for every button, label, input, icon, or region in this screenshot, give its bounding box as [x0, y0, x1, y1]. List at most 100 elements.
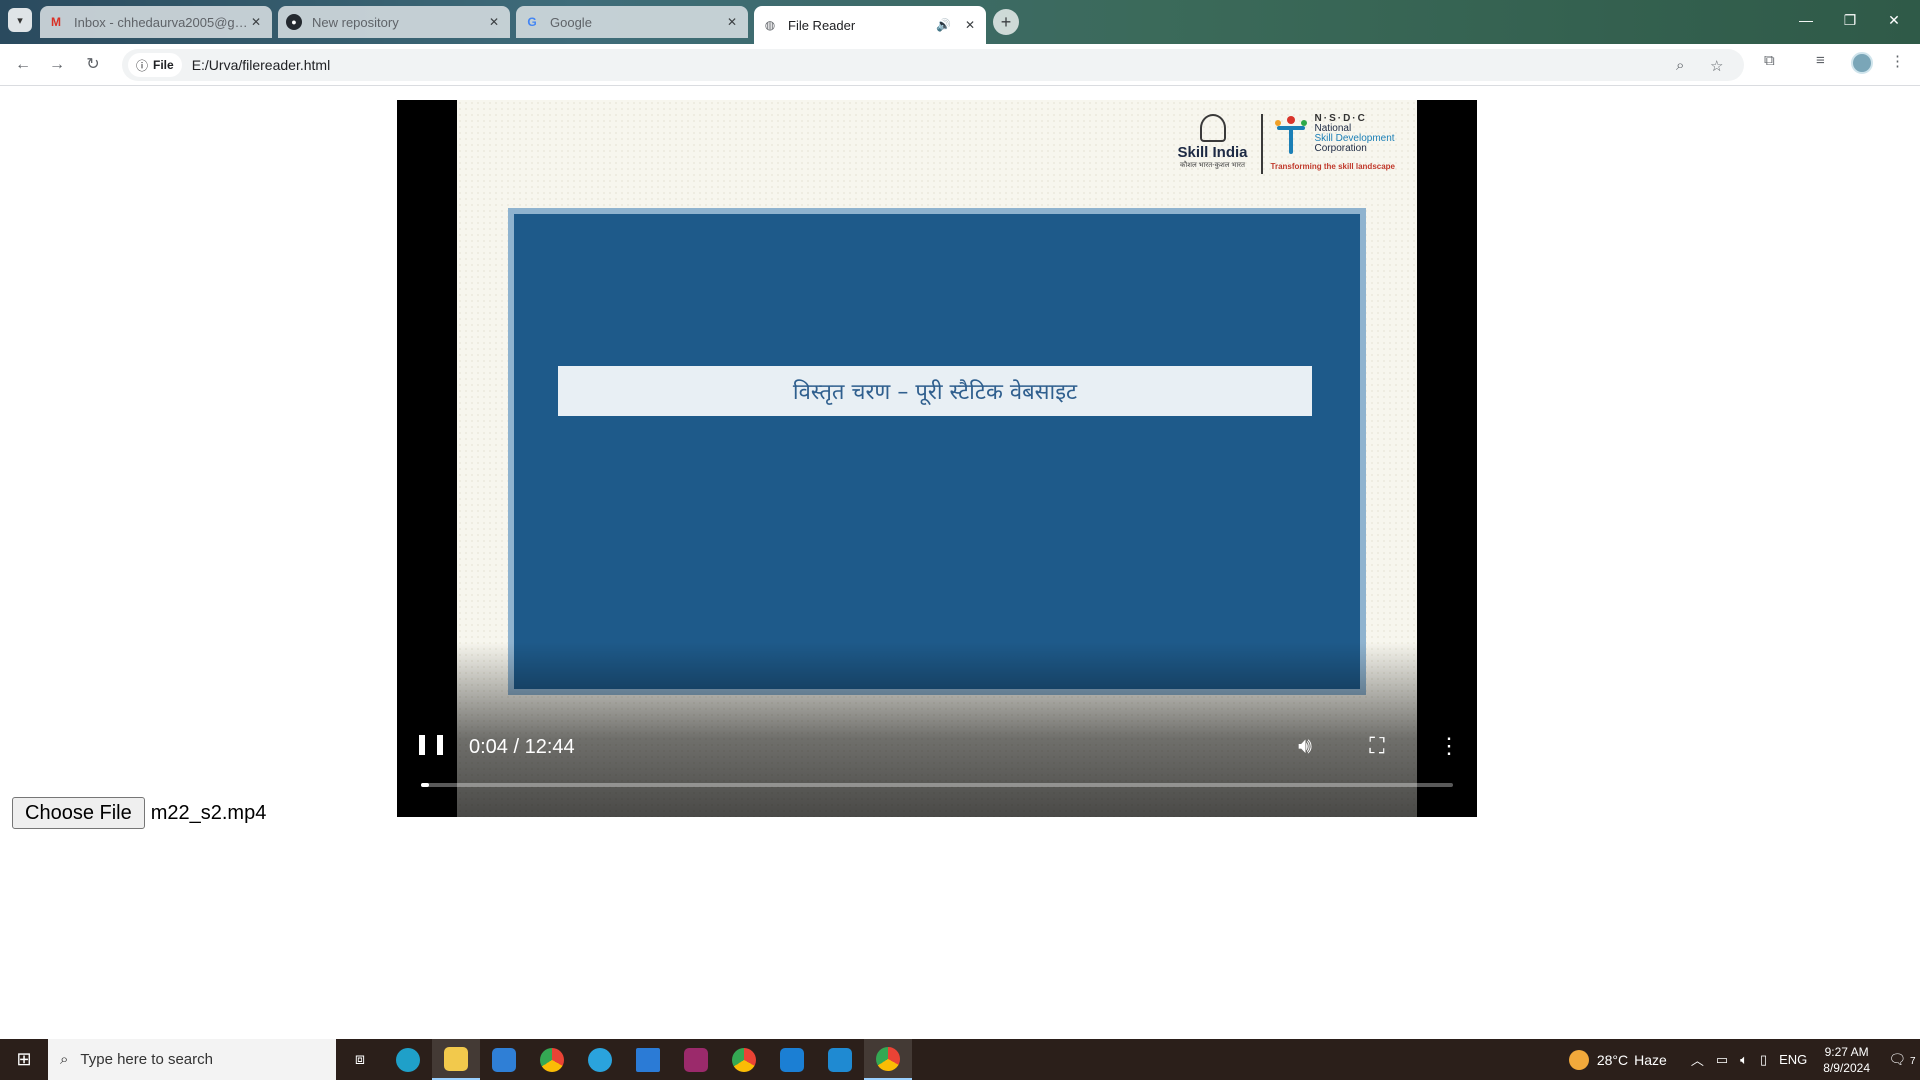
battery-icon[interactable]: ▯	[1760, 1052, 1767, 1068]
nsdc-line3: Corporation	[1314, 143, 1367, 154]
winrar-icon	[684, 1047, 708, 1072]
new-tab-button[interactable]: +	[993, 9, 1019, 35]
video-controls: 0:04 / 12:44 🔊︎ ⛶ ⋮	[397, 642, 1477, 817]
restore-button[interactable]: ❐	[1830, 8, 1870, 32]
app-blue[interactable]	[624, 1039, 672, 1080]
site-chip-label: File	[153, 58, 174, 72]
minimize-button[interactable]: —	[1786, 8, 1826, 32]
file-input: Choose File m22_s2.mp4	[12, 797, 266, 829]
tab-file-reader[interactable]: ◍ File Reader 🔊 ✕	[754, 6, 986, 44]
globe-icon: ◍	[764, 18, 776, 32]
reload-button[interactable]: ↻	[80, 52, 106, 78]
logo-divider	[1260, 114, 1263, 174]
tab-title: Google	[550, 14, 592, 30]
nsdc-figure-icon	[1271, 114, 1313, 158]
star-icon[interactable]: ☆	[1710, 57, 1723, 75]
choose-file-button[interactable]: Choose File	[12, 797, 145, 829]
chevron-down-icon: ▾	[17, 14, 23, 27]
tab-inbox[interactable]: M Inbox - chhedaurva2005@gma ✕	[40, 6, 272, 38]
notification-center[interactable]: 🗨︎ 7	[1884, 1051, 1920, 1068]
skill-india-tag: कौशल भारत-कुशल भारत	[1180, 162, 1245, 169]
address-bar[interactable]: ⓘ File E:/Urva/filereader.html ⌕ ☆	[122, 49, 1744, 81]
vscode-icon	[828, 1047, 852, 1072]
weather-sun-icon	[1568, 1049, 1589, 1070]
close-icon[interactable]: ✕	[486, 14, 502, 30]
store-app[interactable]	[480, 1039, 528, 1080]
google-icon: G	[527, 15, 537, 29]
skill-india-emblem-icon	[1199, 114, 1226, 142]
edge-app[interactable]	[384, 1039, 432, 1080]
network-icon[interactable]: ▭	[1716, 1052, 1728, 1068]
skill-india-logo: Skill India कौशल भारत-कुशल भारत	[1173, 114, 1253, 170]
video-player[interactable]: Skill India कौशल भारत-कुशल भारत N·S·D·C …	[397, 100, 1477, 817]
mail-app[interactable]	[768, 1039, 816, 1080]
chrome-app-2[interactable]	[720, 1039, 768, 1080]
url-text[interactable]: E:/Urva/filereader.html	[192, 57, 331, 73]
tab-strip: ▾ M Inbox - chhedaurva2005@gma ✕ ● New r…	[0, 0, 1920, 44]
profile-avatar[interactable]	[1851, 52, 1873, 74]
clock-date: 8/9/2024	[1823, 1060, 1870, 1075]
tab-google[interactable]: G Google ✕	[516, 6, 748, 38]
file-explorer-app[interactable]	[432, 1039, 480, 1080]
tab-new-repository[interactable]: ● New repository ✕	[278, 6, 510, 38]
close-window-button[interactable]: ✕	[1874, 8, 1914, 32]
extensions-icon[interactable]: ⧉	[1764, 52, 1775, 69]
chrome-app[interactable]	[528, 1039, 576, 1080]
pause-button[interactable]	[419, 733, 443, 757]
tab-title: Inbox - chhedaurva2005@gma	[74, 14, 248, 30]
close-icon[interactable]: ✕	[962, 17, 978, 33]
menu-icon[interactable]: ⋮	[1890, 52, 1905, 70]
window-app-icon	[636, 1047, 660, 1072]
folder-icon	[444, 1046, 468, 1071]
start-button[interactable]: ⊞	[0, 1039, 48, 1080]
clock-time: 9:27 AM	[1824, 1044, 1869, 1059]
notification-count: 7	[1910, 1056, 1916, 1067]
progress-bar[interactable]	[421, 783, 1453, 787]
fullscreen-icon[interactable]: ⛶	[1363, 733, 1391, 759]
system-tray: 28°C Haze ︿ ▭ 🔈︎ ▯ ENG 9:27 AM 8/9/2024 …	[1568, 1039, 1920, 1080]
skill-india-name: Skill India	[1177, 144, 1248, 161]
task-view-icon: ⧈	[354, 1050, 366, 1068]
task-view-button[interactable]: ⧈	[336, 1039, 384, 1080]
forward-button[interactable]: →	[44, 52, 70, 78]
plus-icon: +	[1000, 12, 1012, 32]
tab-search-button[interactable]: ▾	[8, 8, 32, 32]
close-icon[interactable]: ✕	[248, 14, 264, 30]
back-button[interactable]: ←	[10, 52, 36, 78]
taskbar: ⊞ ⌕ Type here to search ⧈ 28°C Haze ︿ ▭ …	[0, 1039, 1920, 1080]
search-placeholder: Type here to search	[80, 1051, 213, 1068]
volume-tray-icon[interactable]: 🔈︎	[1740, 1052, 1748, 1068]
telegram-app[interactable]	[576, 1039, 624, 1080]
time-display: 0:04 / 12:44	[469, 736, 575, 758]
chrome-icon	[732, 1047, 756, 1072]
close-icon[interactable]: ✕	[724, 14, 740, 30]
notification-icon: 🗨︎	[1888, 1051, 1907, 1067]
site-info-chip[interactable]: ⓘ File	[128, 53, 182, 77]
chrome-icon	[876, 1046, 900, 1071]
taskbar-search[interactable]: ⌕ Type here to search	[48, 1039, 336, 1080]
zoom-icon[interactable]: ⌕	[1676, 57, 1684, 74]
browser-toolbar: ← → ↻ ⓘ File E:/Urva/filereader.html ⌕ ☆…	[0, 44, 1920, 86]
slide-panel: विस्तृत चरण – पूरी स्टैटिक वेबसाइट	[508, 208, 1366, 695]
info-icon: ⓘ	[136, 58, 149, 73]
more-options-icon[interactable]: ⋮	[1435, 733, 1463, 759]
edge-icon	[396, 1047, 420, 1072]
weather-widget[interactable]: 28°C Haze	[1568, 1049, 1667, 1070]
store-icon	[492, 1047, 516, 1072]
volume-icon[interactable]: 🔊︎	[1291, 733, 1319, 759]
nsdc-logo: N·S·D·C National Skill Development Corpo…	[1271, 114, 1395, 172]
language-indicator[interactable]: ENG	[1779, 1052, 1807, 1067]
page-content: Skill India कौशल भारत-कुशल भारत N·S·D·C …	[0, 87, 1920, 1039]
progress-fill	[421, 783, 430, 787]
vscode-app[interactable]	[816, 1039, 864, 1080]
search-icon: ⌕	[60, 1051, 69, 1068]
telegram-icon	[588, 1047, 612, 1072]
winrar-app[interactable]	[672, 1039, 720, 1080]
mail-icon	[780, 1047, 804, 1072]
chevron-up-icon[interactable]: ︿	[1691, 1050, 1704, 1069]
media-controls-icon[interactable]: ≡	[1816, 52, 1825, 69]
gmail-icon: M	[51, 15, 61, 29]
speaker-icon[interactable]: 🔊	[936, 18, 954, 32]
clock[interactable]: 9:27 AM 8/9/2024	[1823, 1044, 1870, 1076]
chrome-app-active[interactable]	[864, 1039, 912, 1080]
